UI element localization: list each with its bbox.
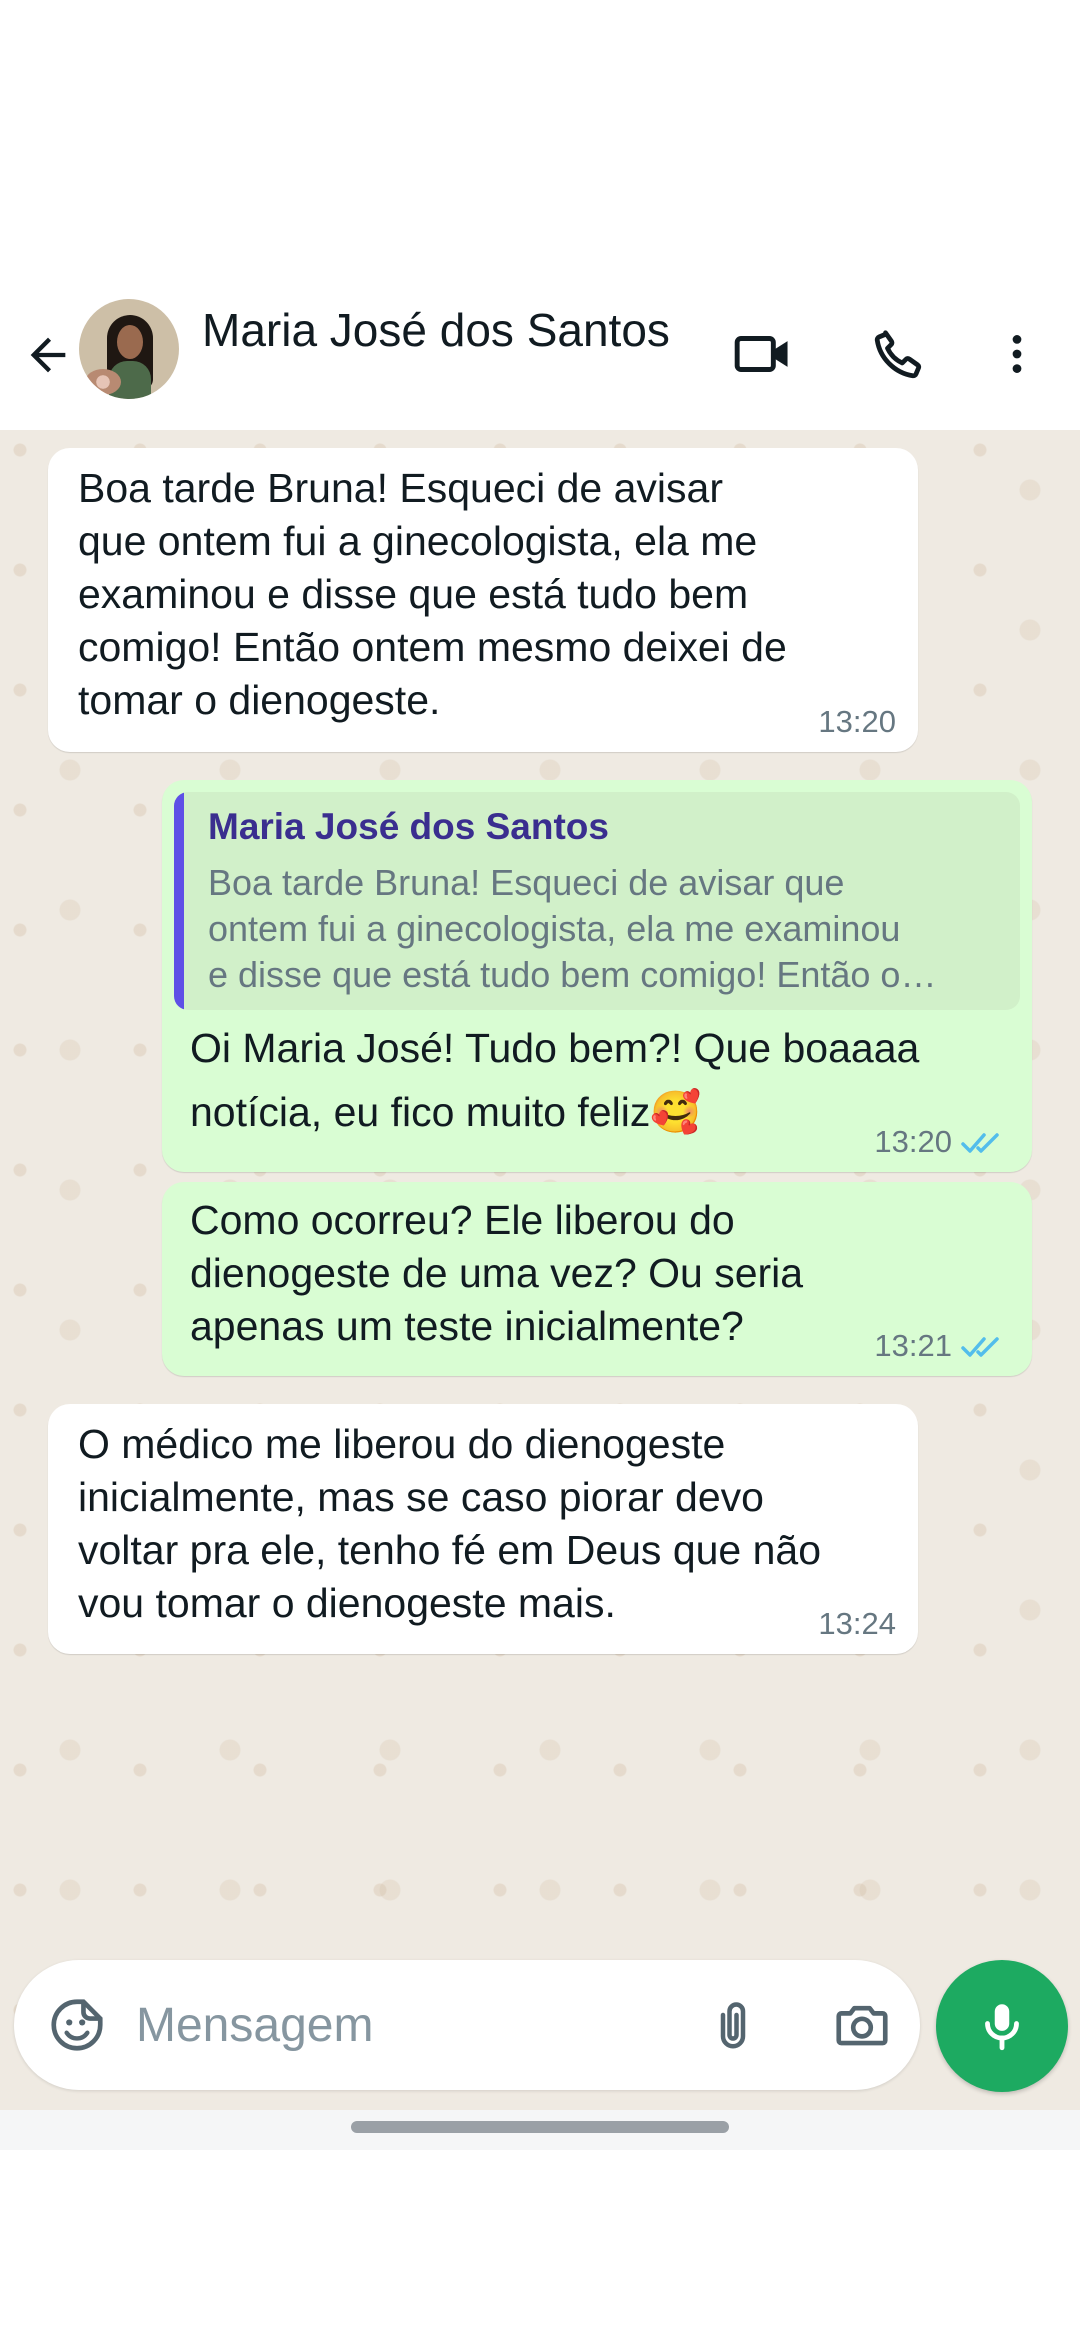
message-bubble-incoming[interactable]: O médico me liberou do dienogeste inicia…	[48, 1404, 918, 1654]
more-options-button[interactable]	[982, 319, 1052, 389]
avatar[interactable]	[79, 299, 179, 399]
message-time: 13:24	[818, 1606, 896, 1641]
sticker-button[interactable]	[42, 1990, 112, 2060]
read-receipt-icon	[961, 1337, 999, 1357]
message-bubble-outgoing[interactable]: Como ocorreu? Ele liberou do dienogeste …	[162, 1182, 1032, 1376]
video-call-icon	[734, 336, 788, 372]
chat-screen: Maria José dos Santos Boa tarde Bruna! E…	[0, 0, 1080, 2340]
message-bubble-incoming[interactable]: Boa tarde Bruna! Esqueci de avisar que o…	[48, 448, 918, 752]
more-vertical-icon	[1012, 335, 1022, 373]
message-text: Boa tarde Bruna! Esqueci de avisar que o…	[78, 465, 787, 723]
microphone-icon	[985, 2004, 1019, 2051]
video-call-button[interactable]	[728, 319, 798, 389]
home-indicator[interactable]	[351, 2121, 729, 2133]
voice-message-button[interactable]	[936, 1960, 1068, 2092]
contact-name[interactable]: Maria José dos Santos	[202, 303, 670, 357]
camera-button[interactable]	[822, 1990, 902, 2060]
quote-text: Boa tarde Bruna! Esqueci de avisar que o…	[208, 862, 937, 995]
phone-icon	[874, 330, 922, 379]
attach-button[interactable]	[698, 1990, 768, 2060]
read-receipt-icon	[961, 1133, 999, 1153]
quote-accent-bar	[174, 792, 184, 1010]
sticker-icon	[51, 1999, 103, 2051]
message-list[interactable]: Boa tarde Bruna! Esqueci de avisar que o…	[0, 430, 1080, 2110]
message-time: 13:20	[818, 704, 896, 739]
paperclip-icon	[720, 2002, 746, 2049]
message-composer	[14, 1960, 920, 2090]
message-time: 13:21	[874, 1328, 952, 1363]
arrow-left-icon	[30, 337, 66, 373]
back-button[interactable]	[18, 320, 78, 390]
quoted-message[interactable]: Maria José dos Santos Boa tarde Bruna! E…	[174, 792, 1020, 1010]
message-text: O médico me liberou do dienogeste inicia…	[78, 1421, 822, 1626]
message-time: 13:20	[874, 1124, 952, 1159]
quote-author: Maria José dos Santos	[208, 806, 609, 847]
message-bubble-outgoing[interactable]: Maria José dos Santos Boa tarde Bruna! E…	[162, 780, 1032, 1172]
camera-icon	[836, 2005, 888, 2046]
voice-call-button[interactable]	[864, 319, 934, 389]
message-input[interactable]	[136, 1982, 676, 2068]
chat-header: Maria José dos Santos	[0, 285, 1080, 430]
